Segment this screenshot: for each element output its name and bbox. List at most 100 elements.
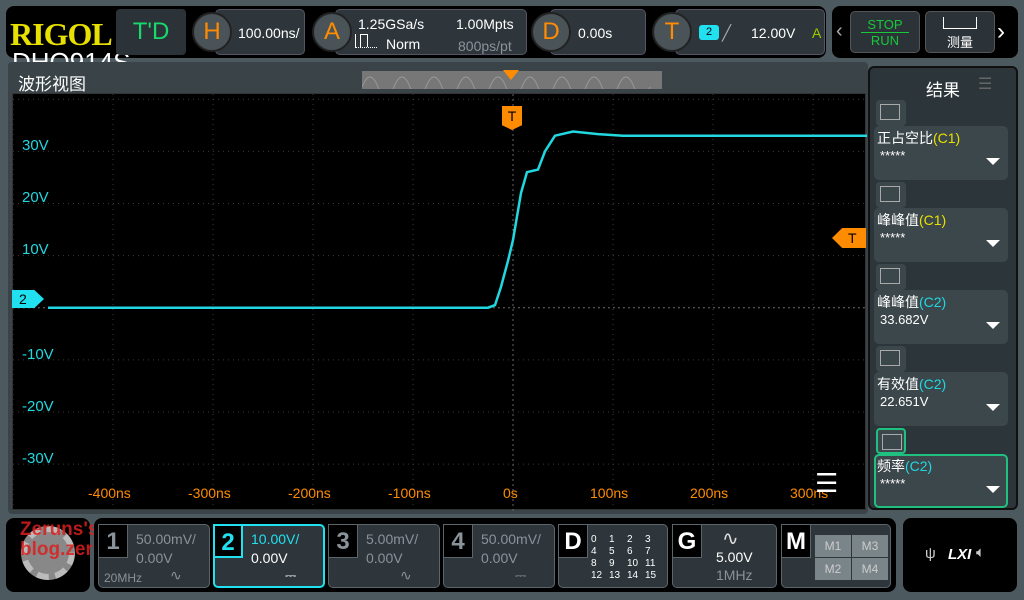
sample-rate: 1.25GSa/s: [358, 16, 425, 32]
channel-scale: 50.00mV/: [136, 531, 196, 547]
acquire-mode: Norm: [386, 36, 421, 52]
x-tick: 200ns: [690, 485, 729, 501]
digital-bit: 12: [591, 570, 603, 581]
y-tick: 10V: [22, 241, 49, 258]
digital-bit: 10: [627, 558, 639, 569]
channel-offset: 0.00V: [136, 550, 173, 566]
math-label: M: [781, 524, 811, 558]
channel-bandwidth: 20MHz: [104, 571, 143, 585]
measure-type-icon[interactable]: [876, 264, 906, 290]
digital-bit: 5: [609, 546, 615, 557]
dropdown-icon[interactable]: [986, 322, 1000, 329]
y-tick: -30V: [22, 450, 54, 467]
ruler-icon: [943, 17, 977, 29]
trigger-position-marker[interactable]: [503, 70, 519, 80]
measure-type-icon[interactable]: [876, 182, 906, 208]
dropdown-icon[interactable]: [986, 404, 1000, 411]
digital-bit: 3: [645, 534, 651, 545]
trigger-level: 12.00V: [751, 25, 796, 41]
pulse-icon: [355, 34, 377, 48]
view-title: 波形视图: [18, 75, 86, 94]
measure-type-icon[interactable]: [876, 100, 906, 126]
coupling-icon: ∿: [400, 567, 412, 583]
digital-bit: 11: [645, 558, 656, 569]
channel-number: 1: [98, 524, 128, 558]
measurement-name: 峰峰值(C1): [877, 212, 947, 228]
digital-bit: 8: [591, 558, 597, 569]
trigger-button[interactable]: [675, 9, 825, 55]
channel-scale: 5.00mV/: [366, 531, 419, 547]
measurement-name: 有效值(C2): [877, 376, 947, 392]
channel-number: 3: [328, 524, 358, 558]
plot-area: [12, 93, 867, 511]
measurement-name: 正占空比(C1): [877, 130, 961, 146]
channel-offset: 0.00V: [481, 550, 518, 566]
digital-bit: 2: [627, 534, 633, 545]
horizontal-icon: H: [192, 12, 232, 52]
coupling-icon: ⎓: [285, 567, 297, 583]
channel-offset: 0.00V: [251, 550, 288, 566]
memory-depth: 1.00Mpts: [456, 16, 514, 32]
coupling-icon: ⎓: [515, 567, 527, 583]
chevron-right-icon[interactable]: ›: [997, 18, 1005, 46]
math-channel[interactable]: M1: [815, 535, 851, 557]
x-tick: -300ns: [188, 485, 231, 501]
math-channel[interactable]: M4: [852, 558, 888, 580]
channel-number: 2: [213, 524, 243, 558]
sine-icon: ∿: [722, 528, 739, 550]
channel-offset: 0.00V: [366, 550, 403, 566]
speaker-icon[interactable]: 🔈︎: [976, 544, 985, 561]
generator-amplitude: 5.00V: [716, 549, 753, 565]
measure-type-icon[interactable]: [876, 428, 906, 454]
timebase: 100.00ns/: [238, 25, 300, 41]
waveform-plot: [12, 94, 867, 511]
measure-button[interactable]: 测量: [925, 11, 995, 53]
results-menu-icon[interactable]: ☰: [978, 74, 992, 94]
generator-frequency: 1MHz: [716, 567, 753, 583]
x-tick: -400ns: [88, 485, 131, 501]
measure-type-icon[interactable]: [876, 346, 906, 372]
lxi-icon: LXI: [948, 546, 972, 563]
trigger-source: 2: [699, 25, 719, 40]
channel-number: 4: [443, 524, 473, 558]
digital-bit: 9: [609, 558, 615, 569]
digital-bit: 7: [645, 546, 651, 557]
digital-bit: 1: [609, 534, 615, 545]
chevron-left-icon[interactable]: ‹: [836, 20, 843, 43]
digital-bit: 4: [591, 546, 597, 557]
stop-run-button[interactable]: STOP RUN: [850, 11, 920, 53]
coupling-icon: ∿: [170, 567, 182, 583]
digital-bits: 0 1 2 3 4 5 6 7 8 9 10 11 12 13 14 15: [591, 534, 663, 582]
measurement-value: 22.651V: [880, 394, 929, 409]
measurement-value: *****: [880, 148, 906, 163]
math-channel[interactable]: M2: [815, 558, 851, 580]
measurement-value: *****: [880, 230, 906, 245]
trigger-sweep: A: [812, 25, 822, 41]
channel-scale: 50.00mV/: [481, 531, 541, 547]
dropdown-icon[interactable]: [986, 158, 1000, 165]
rising-edge-icon: ╱: [722, 25, 732, 42]
display-mode-button[interactable]: T'D: [116, 9, 186, 55]
trigger-time-marker[interactable]: T: [502, 106, 522, 130]
run-label: RUN: [870, 33, 900, 48]
digital-label: D: [558, 524, 588, 558]
results-title: 结果: [926, 81, 960, 100]
digital-bit: 14: [627, 570, 639, 581]
digital-bit: 6: [627, 546, 633, 557]
x-tick: 0s: [503, 485, 518, 501]
measurement-name: 频率(C2): [877, 458, 933, 474]
usb-icon: ψ: [925, 545, 936, 562]
x-tick: -200ns: [288, 485, 331, 501]
generator-label: G: [672, 524, 702, 558]
stop-label: STOP: [861, 17, 909, 33]
delay-icon: D: [531, 12, 571, 52]
x-tick: 100ns: [590, 485, 629, 501]
channel-scale: 10.00V/: [251, 531, 300, 547]
measurement-value: 33.682V: [880, 312, 929, 327]
menu-collapse-icon[interactable]: ☰: [815, 468, 838, 499]
dropdown-icon[interactable]: [986, 240, 1000, 247]
measurement-value: *****: [880, 476, 906, 491]
y-tick: 20V: [22, 189, 49, 206]
math-channel[interactable]: M3: [852, 535, 888, 557]
dropdown-icon[interactable]: [986, 486, 1000, 493]
